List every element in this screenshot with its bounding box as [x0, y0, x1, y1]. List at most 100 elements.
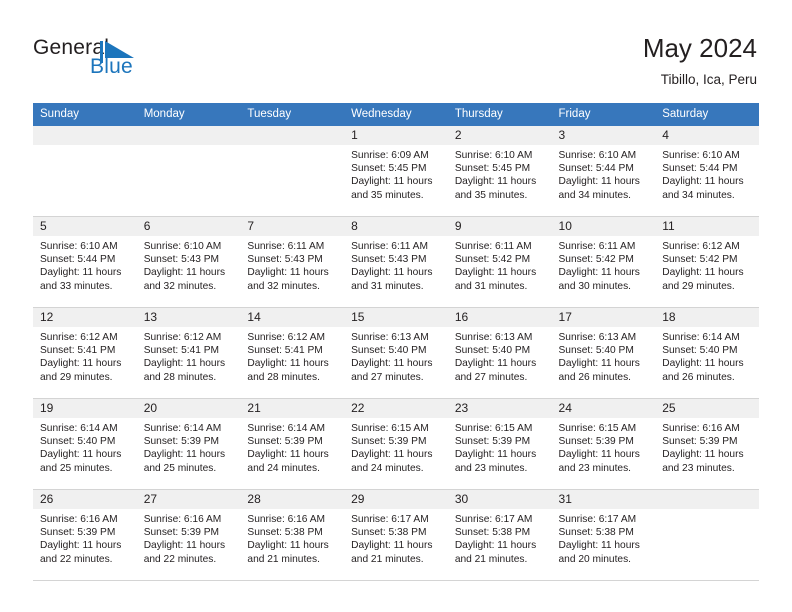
calendar-day-cell[interactable]: 16 Sunrise: 6:13 AM Sunset: 5:40 PM Dayligh…: [447, 307, 552, 399]
calendar-day-cell[interactable]: 28 Sunrise: 6:16 AM Sunset: 5:38 PM Dayligh…: [240, 489, 345, 581]
sunrise-time: Sunrise: 6:11 AM: [454, 241, 532, 252]
calendar-day-cell[interactable]: 7 Sunrise: 6:11 AM Sunset: 5:43 PM Daylight…: [240, 216, 345, 308]
day-sun-info: Sunrise: 6:11 AM Sunset: 5:43 PM Daylight:…: [344, 236, 448, 293]
calendar-day-cell[interactable]: 21 Sunrise: 6:14 AM Sunset: 5:39 PM Dayligh…: [240, 398, 345, 490]
calendar-empty-cell: [240, 125, 345, 217]
daylight-duration-line1: Daylight: 11 hours: [40, 540, 122, 552]
calendar-day-cell[interactable]: 31 Sunrise: 6:17 AM Sunset: 5:38 PM Dayligh…: [551, 489, 656, 581]
sunset-time: Sunset: 5:41 PM: [247, 345, 323, 357]
calendar-day-cell[interactable]: 10 Sunrise: 6:11 AM Sunset: 5:42 PM Dayligh…: [551, 216, 656, 308]
weekday-header-monday: Monday: [136, 103, 241, 126]
daylight-duration-line2: and 29 minutes.: [40, 371, 113, 383]
daylight-duration-line1: Daylight: 11 hours: [40, 358, 122, 370]
day-sun-info: Sunrise: 6:10 AM Sunset: 5:43 PM Daylight:…: [137, 236, 241, 293]
sunrise-time: Sunrise: 6:10 AM: [662, 150, 740, 161]
calendar-day-cell[interactable]: 4 Sunrise: 6:10 AM Sunset: 5:44 PM Daylight…: [655, 125, 759, 217]
daylight-duration-line1: Daylight: 11 hours: [454, 449, 537, 461]
calendar-day-cell[interactable]: 17 Sunrise: 6:13 AM Sunset: 5:40 PM Dayligh…: [551, 307, 656, 399]
calendar-day-cell[interactable]: 3 Sunrise: 6:10 AM Sunset: 5:44 PM Daylight…: [551, 125, 656, 217]
calendar-page: General Blue May 2024 Tibillo, Ica, Peru…: [0, 0, 792, 612]
daylight-duration-line2: and 28 minutes.: [143, 371, 217, 383]
daylight-duration-line1: Daylight: 11 hours: [662, 176, 744, 188]
page-subtitle: Tibillo, Ica, Peru: [660, 72, 757, 87]
day-sun-info: Sunrise: 6:16 AM Sunset: 5:38 PM Daylight:…: [240, 509, 344, 566]
daylight-duration-line2: and 25 minutes.: [40, 462, 113, 474]
calendar-day-cell[interactable]: 19 Sunrise: 6:14 AM Sunset: 5:40 PM Dayligh…: [33, 398, 137, 490]
calendar-week-row: 26 Sunrise: 6:16 AM Sunset: 5:39 PM Dayligh…: [33, 489, 759, 581]
calendar-day-cell[interactable]: 29 Sunrise: 6:17 AM Sunset: 5:38 PM Dayligh…: [344, 489, 448, 581]
calendar-day-cell[interactable]: 24 Sunrise: 6:15 AM Sunset: 5:39 PM Dayligh…: [551, 398, 656, 490]
calendar-day-cell[interactable]: 2 Sunrise: 6:10 AM Sunset: 5:45 PM Daylight…: [447, 125, 552, 217]
sunrise-time: Sunrise: 6:17 AM: [558, 514, 637, 525]
calendar-day-cell[interactable]: 26 Sunrise: 6:16 AM Sunset: 5:39 PM Dayligh…: [33, 489, 137, 581]
sunrise-time: Sunrise: 6:14 AM: [143, 423, 222, 434]
calendar-day-cell[interactable]: 20 Sunrise: 6:14 AM Sunset: 5:39 PM Dayligh…: [136, 398, 241, 490]
sunrise-time: Sunrise: 6:15 AM: [351, 423, 429, 434]
calendar-day-cell[interactable]: 23 Sunrise: 6:15 AM Sunset: 5:39 PM Dayligh…: [447, 398, 552, 490]
day-number: 29: [344, 490, 448, 509]
calendar-day-cell[interactable]: 22 Sunrise: 6:15 AM Sunset: 5:39 PM Dayligh…: [344, 398, 448, 490]
sunset-time: Sunset: 5:39 PM: [351, 436, 427, 448]
daylight-duration-line2: and 21 minutes.: [351, 553, 424, 565]
sunrise-time: Sunrise: 6:15 AM: [558, 423, 637, 434]
calendar-day-cell[interactable]: 27 Sunrise: 6:16 AM Sunset: 5:39 PM Dayligh…: [136, 489, 241, 581]
day-number: 2: [447, 126, 552, 145]
day-sun-info: Sunrise: 6:15 AM Sunset: 5:39 PM Daylight:…: [344, 418, 448, 475]
daylight-duration-line1: Daylight: 11 hours: [247, 358, 329, 370]
calendar-day-cell[interactable]: 13 Sunrise: 6:12 AM Sunset: 5:41 PM Dayligh…: [136, 307, 241, 399]
calendar-day-cell[interactable]: 11 Sunrise: 6:12 AM Sunset: 5:42 PM Dayligh…: [655, 216, 759, 308]
logo-text-blue: Blue: [90, 55, 133, 78]
calendar-day-cell[interactable]: 6 Sunrise: 6:10 AM Sunset: 5:43 PM Daylight…: [136, 216, 241, 308]
calendar-day-cell[interactable]: 9 Sunrise: 6:11 AM Sunset: 5:42 PM Daylight…: [447, 216, 552, 308]
daylight-duration-line2: and 29 minutes.: [662, 280, 735, 292]
day-number: [33, 126, 137, 145]
sunset-time: Sunset: 5:39 PM: [247, 436, 323, 448]
sunset-time: Sunset: 5:45 PM: [351, 163, 427, 175]
daylight-duration-line1: Daylight: 11 hours: [662, 267, 744, 279]
sunrise-time: Sunrise: 6:13 AM: [454, 332, 533, 343]
daylight-duration-line1: Daylight: 11 hours: [143, 358, 226, 370]
day-sun-info: Sunrise: 6:17 AM Sunset: 5:38 PM Daylight:…: [448, 509, 552, 566]
calendar-day-cell[interactable]: 15 Sunrise: 6:13 AM Sunset: 5:40 PM Dayligh…: [344, 307, 448, 399]
daylight-duration-line1: Daylight: 11 hours: [351, 358, 433, 370]
sunrise-time: Sunrise: 6:10 AM: [454, 150, 533, 161]
sunset-time: Sunset: 5:40 PM: [662, 345, 738, 357]
sunset-time: Sunset: 5:39 PM: [454, 436, 531, 448]
daylight-duration-line1: Daylight: 11 hours: [558, 267, 640, 279]
day-sun-info: Sunrise: 6:10 AM Sunset: 5:44 PM Daylight:…: [552, 145, 656, 202]
day-sun-info: Sunrise: 6:11 AM Sunset: 5:43 PM Daylight:…: [240, 236, 344, 293]
day-number: 28: [240, 490, 345, 509]
day-sun-info: Sunrise: 6:15 AM Sunset: 5:39 PM Daylight:…: [448, 418, 552, 475]
sunrise-time: Sunrise: 6:14 AM: [662, 332, 740, 343]
weekday-header-saturday: Saturday: [655, 103, 759, 126]
calendar-day-cell[interactable]: 8 Sunrise: 6:11 AM Sunset: 5:43 PM Daylight…: [344, 216, 448, 308]
sunset-time: Sunset: 5:43 PM: [351, 254, 427, 266]
day-sun-info: Sunrise: 6:10 AM Sunset: 5:44 PM Daylight:…: [33, 236, 137, 293]
sunset-time: Sunset: 5:38 PM: [558, 527, 634, 539]
calendar-day-cell[interactable]: 5 Sunrise: 6:10 AM Sunset: 5:44 PM Daylight…: [33, 216, 137, 308]
daylight-duration-line1: Daylight: 11 hours: [662, 449, 744, 461]
daylight-duration-line1: Daylight: 11 hours: [143, 540, 226, 552]
calendar-week-row: 19 Sunrise: 6:14 AM Sunset: 5:40 PM Dayligh…: [33, 398, 759, 490]
day-number: 4: [655, 126, 759, 145]
calendar-day-cell[interactable]: 12 Sunrise: 6:12 AM Sunset: 5:41 PM Dayligh…: [33, 307, 137, 399]
day-number: 18: [655, 308, 759, 327]
day-sun-info: Sunrise: 6:16 AM Sunset: 5:39 PM Daylight:…: [33, 509, 137, 566]
day-sun-info: Sunrise: 6:14 AM Sunset: 5:39 PM Daylight:…: [137, 418, 241, 475]
day-sun-info: Sunrise: 6:11 AM Sunset: 5:42 PM Daylight:…: [552, 236, 656, 293]
day-number: 20: [136, 399, 241, 418]
calendar-day-cell[interactable]: 30 Sunrise: 6:17 AM Sunset: 5:38 PM Dayligh…: [447, 489, 552, 581]
daylight-duration-line1: Daylight: 11 hours: [143, 449, 226, 461]
sunset-time: Sunset: 5:44 PM: [40, 254, 116, 266]
calendar-day-cell[interactable]: 25 Sunrise: 6:16 AM Sunset: 5:39 PM Dayligh…: [655, 398, 759, 490]
calendar-day-cell[interactable]: 1 Sunrise: 6:09 AM Sunset: 5:45 PM Daylight…: [344, 125, 448, 217]
day-number: 12: [33, 308, 137, 327]
day-number: 13: [136, 308, 241, 327]
daylight-duration-line2: and 31 minutes.: [454, 280, 528, 292]
general-blue-logo[interactable]: General Blue: [33, 36, 263, 86]
calendar-day-cell[interactable]: 18 Sunrise: 6:14 AM Sunset: 5:40 PM Dayligh…: [655, 307, 759, 399]
day-number: 26: [33, 490, 137, 509]
daylight-duration-line2: and 24 minutes.: [351, 462, 424, 474]
calendar-day-cell[interactable]: 14 Sunrise: 6:12 AM Sunset: 5:41 PM Dayligh…: [240, 307, 345, 399]
sunset-time: Sunset: 5:41 PM: [143, 345, 220, 357]
